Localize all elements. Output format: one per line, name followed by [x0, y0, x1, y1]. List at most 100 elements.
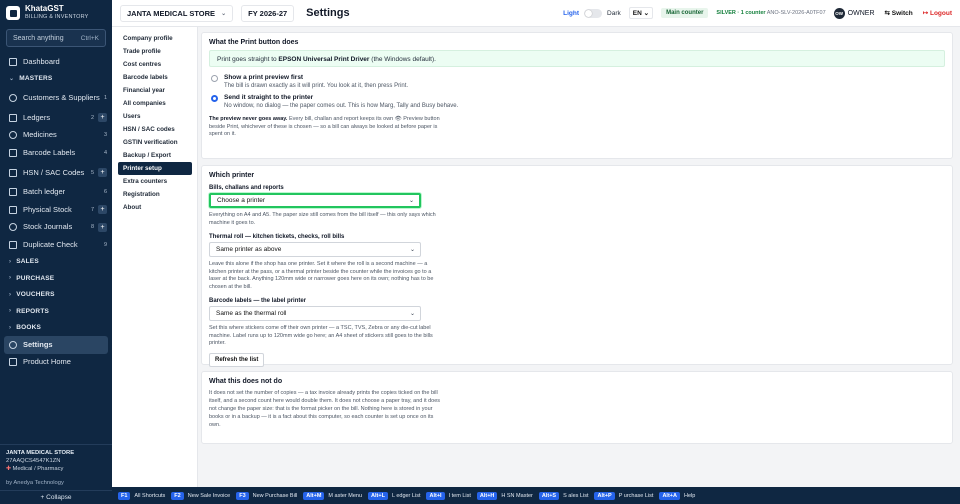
section-masters[interactable]: ⌄ MASTERS	[0, 71, 112, 88]
shortcut-new-sale[interactable]: F2 New Sale Invoice	[171, 491, 230, 500]
shortcut-key: F3	[236, 491, 249, 500]
thermal-printer-select[interactable]: Same printer as above ⌄	[209, 242, 421, 257]
shortcut-key: Alt+P	[594, 491, 615, 500]
chevron-right-icon: ›	[9, 258, 12, 265]
section-label: MASTERS	[19, 75, 53, 83]
barcode-printer-select[interactable]: Same as the thermal roll ⌄	[209, 306, 421, 321]
language-select[interactable]: EN ⌄	[628, 7, 654, 19]
company-selector[interactable]: JANTA MEDICAL STORE ⌄	[120, 4, 234, 22]
box-icon	[9, 205, 17, 214]
counter-badge[interactable]: Main counter	[661, 8, 709, 18]
refresh-list-button[interactable]: Refresh the list	[209, 352, 265, 367]
banner-driver: EPSON Universal Print Driver	[278, 56, 370, 63]
subnav-gstin-verification[interactable]: GSTIN verification	[112, 136, 197, 149]
radio-send-straight[interactable]	[211, 95, 218, 102]
sidebar-item-dashboard[interactable]: Dashboard	[0, 53, 112, 71]
shortcut-help[interactable]: Alt+A Help	[659, 491, 696, 500]
search-input[interactable]: Search anything Ctrl+K	[6, 29, 106, 47]
option-send-straight[interactable]: Send it straight to the printer No windo…	[211, 94, 945, 110]
subnav-printer-setup[interactable]: Printer setup	[118, 162, 192, 175]
shortcut-master-menu[interactable]: Alt+M M aster Menu	[303, 491, 362, 500]
shortcut-new-purchase[interactable]: F3 New Purchase Bill	[236, 491, 298, 500]
sidebar-item-customers[interactable]: Customers & Suppliers 1	[0, 87, 112, 109]
subnav-company-profile[interactable]: Company profile	[112, 32, 197, 45]
sidebar-item-medicines[interactable]: Medicines 3	[0, 127, 112, 145]
shortcut-item-list[interactable]: Alt+I I tem List	[426, 491, 471, 500]
add-stock-journal-button[interactable]: +	[98, 222, 107, 232]
settings-subnav: Company profile Trade profile Cost centr…	[112, 27, 198, 487]
footer-gstin: 27AAQCS4547K1ZN	[6, 458, 61, 464]
chevron-down-icon: ⌄	[408, 198, 414, 204]
sidebar-item-label: Dashboard	[23, 56, 60, 66]
add-physical-stock-button[interactable]: +	[98, 205, 107, 215]
chevron-right-icon: ›	[9, 324, 12, 331]
logout-button[interactable]: ↦ Logout	[923, 9, 952, 17]
sidebar-item-label: Settings	[23, 339, 53, 349]
add-hsn-button[interactable]: +	[98, 168, 107, 177]
option-preview-first[interactable]: Show a print preview first The bill is d…	[211, 74, 945, 90]
sidebar-item-batch-ledger[interactable]: Batch ledger 6	[0, 184, 112, 202]
collapse-button[interactable]: + Collapse	[0, 490, 112, 504]
subnav-barcode-labels[interactable]: Barcode labels	[112, 71, 197, 84]
subnav-registration[interactable]: Registration	[112, 188, 197, 201]
sidebar-item-label: Product Home	[23, 357, 71, 367]
sidebar-item-label: HSN / SAC Codes	[23, 167, 85, 177]
sidebar-item-stock-journals[interactable]: Stock Journals 8 +	[0, 219, 112, 237]
section-reports[interactable]: › REPORTS	[0, 303, 112, 320]
shortcut-label: Help	[683, 492, 696, 499]
shortcut-label: New Purchase Bill	[252, 492, 298, 499]
avatar[interactable]: OW	[833, 7, 845, 19]
section-vouchers[interactable]: › VOUCHERS	[0, 287, 112, 304]
barcode-label: Barcode labels — the label printer	[209, 298, 307, 304]
section-books[interactable]: › BOOKS	[0, 320, 112, 337]
shortcut-label: H SN Master	[501, 492, 533, 499]
sidebar-item-ledgers[interactable]: Ledgers 2 +	[0, 109, 112, 127]
radio-preview[interactable]	[211, 75, 218, 82]
subnav-financial-year[interactable]: Financial year	[112, 84, 197, 97]
financial-year[interactable]: FY 2026-27	[241, 4, 295, 22]
not-do-card: What this does not do It does not set th…	[201, 371, 953, 444]
section-label: SALES	[16, 258, 39, 266]
subnav-trade-profile[interactable]: Trade profile	[112, 45, 197, 58]
sidebar-item-barcode-labels[interactable]: Barcode Labels 4	[0, 144, 112, 162]
brand-subtitle: BILLING & INVENTORY	[25, 14, 89, 20]
subnav-hsn-sac[interactable]: HSN / SAC codes	[112, 123, 197, 136]
switch-button[interactable]: ⇆ Switch	[885, 9, 913, 17]
bills-printer-select[interactable]: Choose a printer ⌄	[209, 193, 421, 208]
option-title: Show a print preview first	[224, 74, 304, 81]
shortcut-sales-list[interactable]: Alt+S S ales List	[538, 491, 588, 500]
sidebar-item-count: 9	[103, 241, 107, 248]
sidebar-item-settings[interactable]: Settings	[4, 336, 108, 354]
subnav-all-companies[interactable]: All companies	[112, 97, 197, 110]
shortcut-ledger-list[interactable]: Alt+L L edger List	[368, 491, 420, 500]
card-heading: What this does not do	[209, 378, 283, 385]
sidebar-item-label: Stock Journals	[23, 222, 73, 232]
sidebar-item-duplicate-check[interactable]: Duplicate Check 9	[0, 236, 112, 254]
thermal-label: Thermal roll — kitchen tickets, checks, …	[209, 234, 345, 240]
subnav-about[interactable]: About	[112, 201, 197, 214]
sidebar-item-physical-stock[interactable]: Physical Stock 7 +	[0, 201, 112, 219]
sidebar-item-count: 5	[90, 169, 94, 176]
shortcut-label: All Shortcuts	[134, 492, 166, 499]
brand: KhataGST BILLING & INVENTORY	[0, 0, 112, 26]
theme-toggle[interactable]	[584, 8, 603, 18]
shortcut-label: P urchase List	[618, 492, 654, 499]
subnav-backup-export[interactable]: Backup / Export	[112, 149, 197, 162]
shortcut-key: Alt+I	[426, 491, 445, 500]
section-purchase[interactable]: › PURCHASE	[0, 270, 112, 287]
shortcut-all[interactable]: F1 All Shortcuts	[118, 491, 166, 500]
preview-note: The preview never goes away. Every bill,…	[209, 116, 444, 139]
add-ledger-button[interactable]: +	[98, 113, 107, 123]
shortcut-hsn-master[interactable]: Alt+H H SN Master	[476, 491, 533, 500]
shortcut-purchase-list[interactable]: Alt+P P urchase List	[594, 491, 654, 500]
subnav-cost-centres[interactable]: Cost centres	[112, 58, 197, 71]
sidebar-item-count: 7	[90, 206, 94, 213]
subnav-extra-counters[interactable]: Extra counters	[112, 175, 197, 188]
shortcut-key: Alt+A	[659, 491, 680, 500]
sidebar-item-hsn[interactable]: HSN / SAC Codes 5 +	[0, 162, 112, 184]
select-value: Same as the thermal roll	[216, 310, 287, 317]
section-sales[interactable]: › SALES	[0, 254, 112, 271]
sidebar-item-product-home[interactable]: Product Home	[0, 354, 112, 372]
search-shortcut: Ctrl+K	[80, 34, 99, 42]
subnav-users[interactable]: Users	[112, 110, 197, 123]
